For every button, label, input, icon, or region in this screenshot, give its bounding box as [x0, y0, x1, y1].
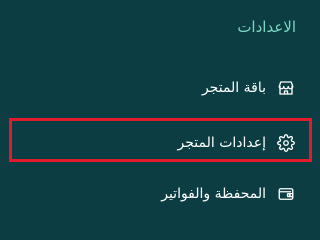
wallet-icon — [276, 184, 296, 204]
sidebar-item-label: باقة المتجر — [201, 80, 266, 96]
sidebar-item-label: إعدادات المتجر — [177, 135, 266, 151]
section-title: الاعدادات — [237, 18, 296, 36]
sidebar-item-store-plan[interactable]: باقة المتجر — [13, 76, 296, 100]
sidebar-item-store-settings[interactable]: إعدادات المتجر — [13, 131, 296, 155]
gear-icon — [276, 133, 296, 153]
store-icon — [276, 78, 296, 98]
sidebar-item-wallet-invoices[interactable]: المحفظة والفواتير — [13, 182, 296, 206]
settings-sidebar: الاعدادات باقة المتجر إعدادات المتجر الم… — [5, 0, 320, 225]
sidebar-item-label: المحفظة والفواتير — [161, 186, 266, 202]
